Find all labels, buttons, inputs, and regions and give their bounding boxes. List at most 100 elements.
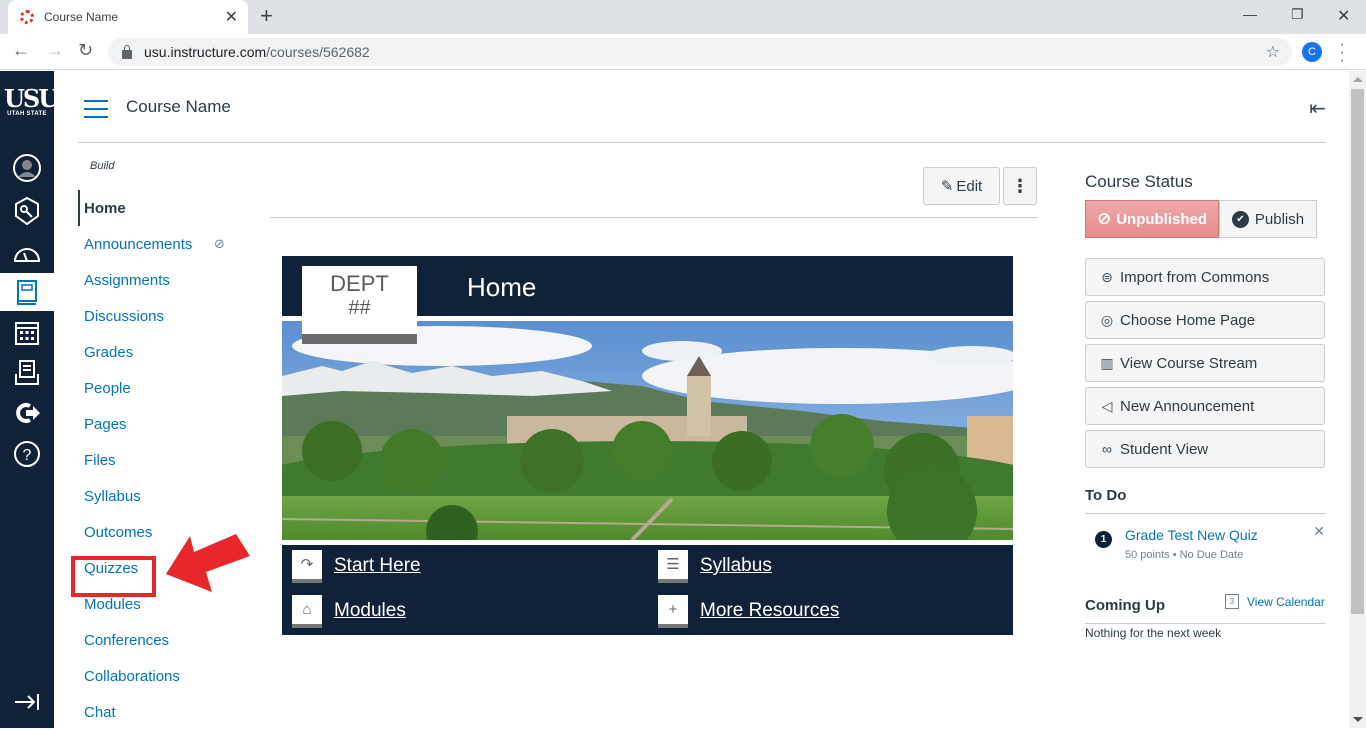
minimize-button[interactable]: — [1243, 6, 1257, 22]
course-nav-announcements[interactable]: Announcements ⊘ [78, 226, 258, 262]
page-toolbar: ✎ Edit ⋮ [270, 167, 1037, 218]
coming-up-header: Coming Up 3 View Calendar [1085, 594, 1325, 624]
course-nav-conferences[interactable]: Conferences [78, 622, 258, 658]
view-course-stream-button[interactable]: ▥ View Course Stream [1085, 344, 1325, 382]
course-nav-grades[interactable]: Grades [78, 334, 258, 370]
url-path: /courses/562682 [266, 44, 370, 60]
course-nav-files[interactable]: Files [78, 442, 258, 478]
browser-tab-strip: Course Name ✕ + — ❐ ✕ [0, 0, 1366, 34]
tab-title: Course Name [44, 10, 119, 24]
syllabus-icon: ☰ [658, 549, 688, 583]
browser-tab[interactable]: Course Name ✕ [8, 0, 248, 34]
annotation-arrow-icon [166, 534, 250, 592]
course-nav-discussions[interactable]: Discussions [78, 298, 258, 334]
restore-button[interactable]: ❐ [1291, 6, 1304, 23]
course-nav-assignments[interactable]: Assignments [78, 262, 258, 298]
usu-logo[interactable]: USU UTAH STATE [4, 87, 59, 118]
view-calendar-link[interactable]: 3 View Calendar [1225, 594, 1325, 609]
hidden-eye-icon: ⊘ [214, 236, 225, 251]
no-entry-icon: ⊘ [1096, 209, 1112, 228]
new-announcement-button[interactable]: ◁ New Announcement [1085, 387, 1325, 425]
hide-sidebar-icon[interactable]: ⇤ [1309, 96, 1326, 121]
hamburger-menu-icon[interactable] [84, 100, 108, 118]
target-icon: ◎ [1100, 311, 1114, 328]
collapse-nav-icon[interactable] [0, 683, 54, 721]
address-bar[interactable]: usu.instructure.com/courses/562682 ☆ [108, 38, 1292, 66]
dashboard-icon[interactable] [0, 235, 54, 273]
more-options-button[interactable]: ⋮ [1003, 167, 1037, 205]
course-status-toggle: ⊘ Unpublished ✔ Publish [1085, 200, 1325, 238]
tab-close-icon[interactable]: ✕ [225, 7, 238, 27]
commons-icon[interactable] [0, 394, 54, 432]
calendar-icon: 3 [1225, 594, 1239, 609]
lock-icon [122, 44, 132, 59]
course-header: Course Name ⇤ [78, 86, 1326, 143]
quizzes-annotation-box [71, 556, 156, 597]
modules-link[interactable]: ⌂ Modules [292, 593, 406, 629]
stream-icon: ▥ [1100, 354, 1114, 371]
scroll-down-arrow-icon[interactable] [1353, 717, 1363, 722]
admin-icon[interactable] [0, 192, 54, 230]
browser-menu-icon[interactable]: · · · [1339, 37, 1345, 69]
course-nav-pages[interactable]: Pages [78, 406, 258, 442]
coming-up-empty: Nothing for the next week [1085, 626, 1222, 640]
plus-icon: + [658, 594, 688, 628]
window-close-button[interactable]: ✕ [1337, 6, 1350, 26]
todo-count-badge: 1 [1095, 531, 1112, 548]
course-nav-collaborations[interactable]: Collaborations [78, 658, 258, 694]
campus-hero-image [282, 321, 1013, 540]
dismiss-icon[interactable]: ✕ [1313, 523, 1325, 540]
more-resources-link[interactable]: + More Resources [658, 593, 839, 629]
course-nav-syllabus[interactable]: Syllabus [78, 478, 258, 514]
calendar-icon[interactable] [0, 314, 54, 352]
pencil-icon: ✎ [940, 178, 954, 195]
global-navigation: USU UTAH STATE ? [0, 71, 59, 728]
quick-links-panel: ↷ Start Here ☰ Syllabus ⌂ Modules + More… [282, 545, 1013, 635]
breadcrumb-course-name[interactable]: Course Name [126, 97, 231, 117]
account-icon[interactable] [0, 149, 54, 187]
unpublished-button[interactable]: ⊘ Unpublished [1085, 200, 1219, 238]
todo-item: 1 Grade Test New Quiz 50 points • No Due… [1095, 523, 1325, 567]
help-icon[interactable]: ? [0, 435, 54, 473]
student-view-button[interactable]: ∞ Student View [1085, 430, 1325, 468]
course-nav-home[interactable]: Home [78, 190, 258, 226]
section-label: Build [90, 160, 115, 172]
inbox-icon[interactable] [0, 354, 54, 392]
megaphone-icon: ◁ [1101, 397, 1113, 414]
page-scrollbar[interactable] [1349, 71, 1366, 728]
choose-home-page-button[interactable]: ◎ Choose Home Page [1085, 301, 1325, 339]
forward-button[interactable]: → [46, 40, 64, 61]
todo-meta: 50 points • No Due Date [1125, 549, 1244, 561]
right-sidebar: Course Status ⊘ Unpublished ✔ Publish ⊜ Imp… [1085, 172, 1325, 473]
glasses-icon: ∞ [1102, 441, 1112, 457]
canvas-favicon-icon [20, 10, 34, 24]
import-from-commons-button[interactable]: ⊜ Import from Commons [1085, 258, 1325, 296]
publish-button[interactable]: ✔ Publish [1219, 200, 1317, 238]
course-status-heading: Course Status [1085, 172, 1193, 191]
bookmark-star-icon[interactable]: ☆ [1266, 42, 1280, 62]
commons-icon: ⊜ [1101, 268, 1113, 285]
reload-button[interactable]: ↻ [78, 40, 93, 61]
todo-title-link[interactable]: Grade Test New Quiz [1125, 527, 1258, 543]
back-button[interactable]: ← [12, 40, 30, 61]
courses-icon[interactable] [0, 273, 54, 311]
coming-up-heading: Coming Up [1085, 597, 1165, 614]
modules-icon: ⌂ [292, 594, 322, 628]
banner-title: Home [467, 272, 537, 302]
check-circle-icon: ✔ [1231, 210, 1249, 228]
edit-button[interactable]: ✎ Edit [923, 167, 1000, 205]
dept-badge: DEPT ## [302, 266, 417, 344]
browser-toolbar: ← → ↻ usu.instructure.com/courses/562682… [0, 34, 1366, 70]
course-navigation: Build Home Announcements ⊘ Assignments Di… [78, 160, 258, 730]
scrollbar-thumb[interactable] [1351, 89, 1364, 614]
arrow-forward-icon: ↷ [292, 549, 322, 583]
svg-text:?: ? [23, 447, 32, 464]
profile-avatar[interactable]: C [1302, 42, 1322, 62]
new-tab-button[interactable]: + [260, 5, 273, 27]
scroll-up-arrow-icon[interactable] [1353, 77, 1363, 82]
start-here-link[interactable]: ↷ Start Here [292, 548, 421, 584]
course-nav-chat[interactable]: Chat [78, 694, 258, 730]
todo-heading: To Do [1085, 487, 1325, 514]
course-nav-people[interactable]: People [78, 370, 258, 406]
syllabus-link[interactable]: ☰ Syllabus [658, 548, 772, 584]
